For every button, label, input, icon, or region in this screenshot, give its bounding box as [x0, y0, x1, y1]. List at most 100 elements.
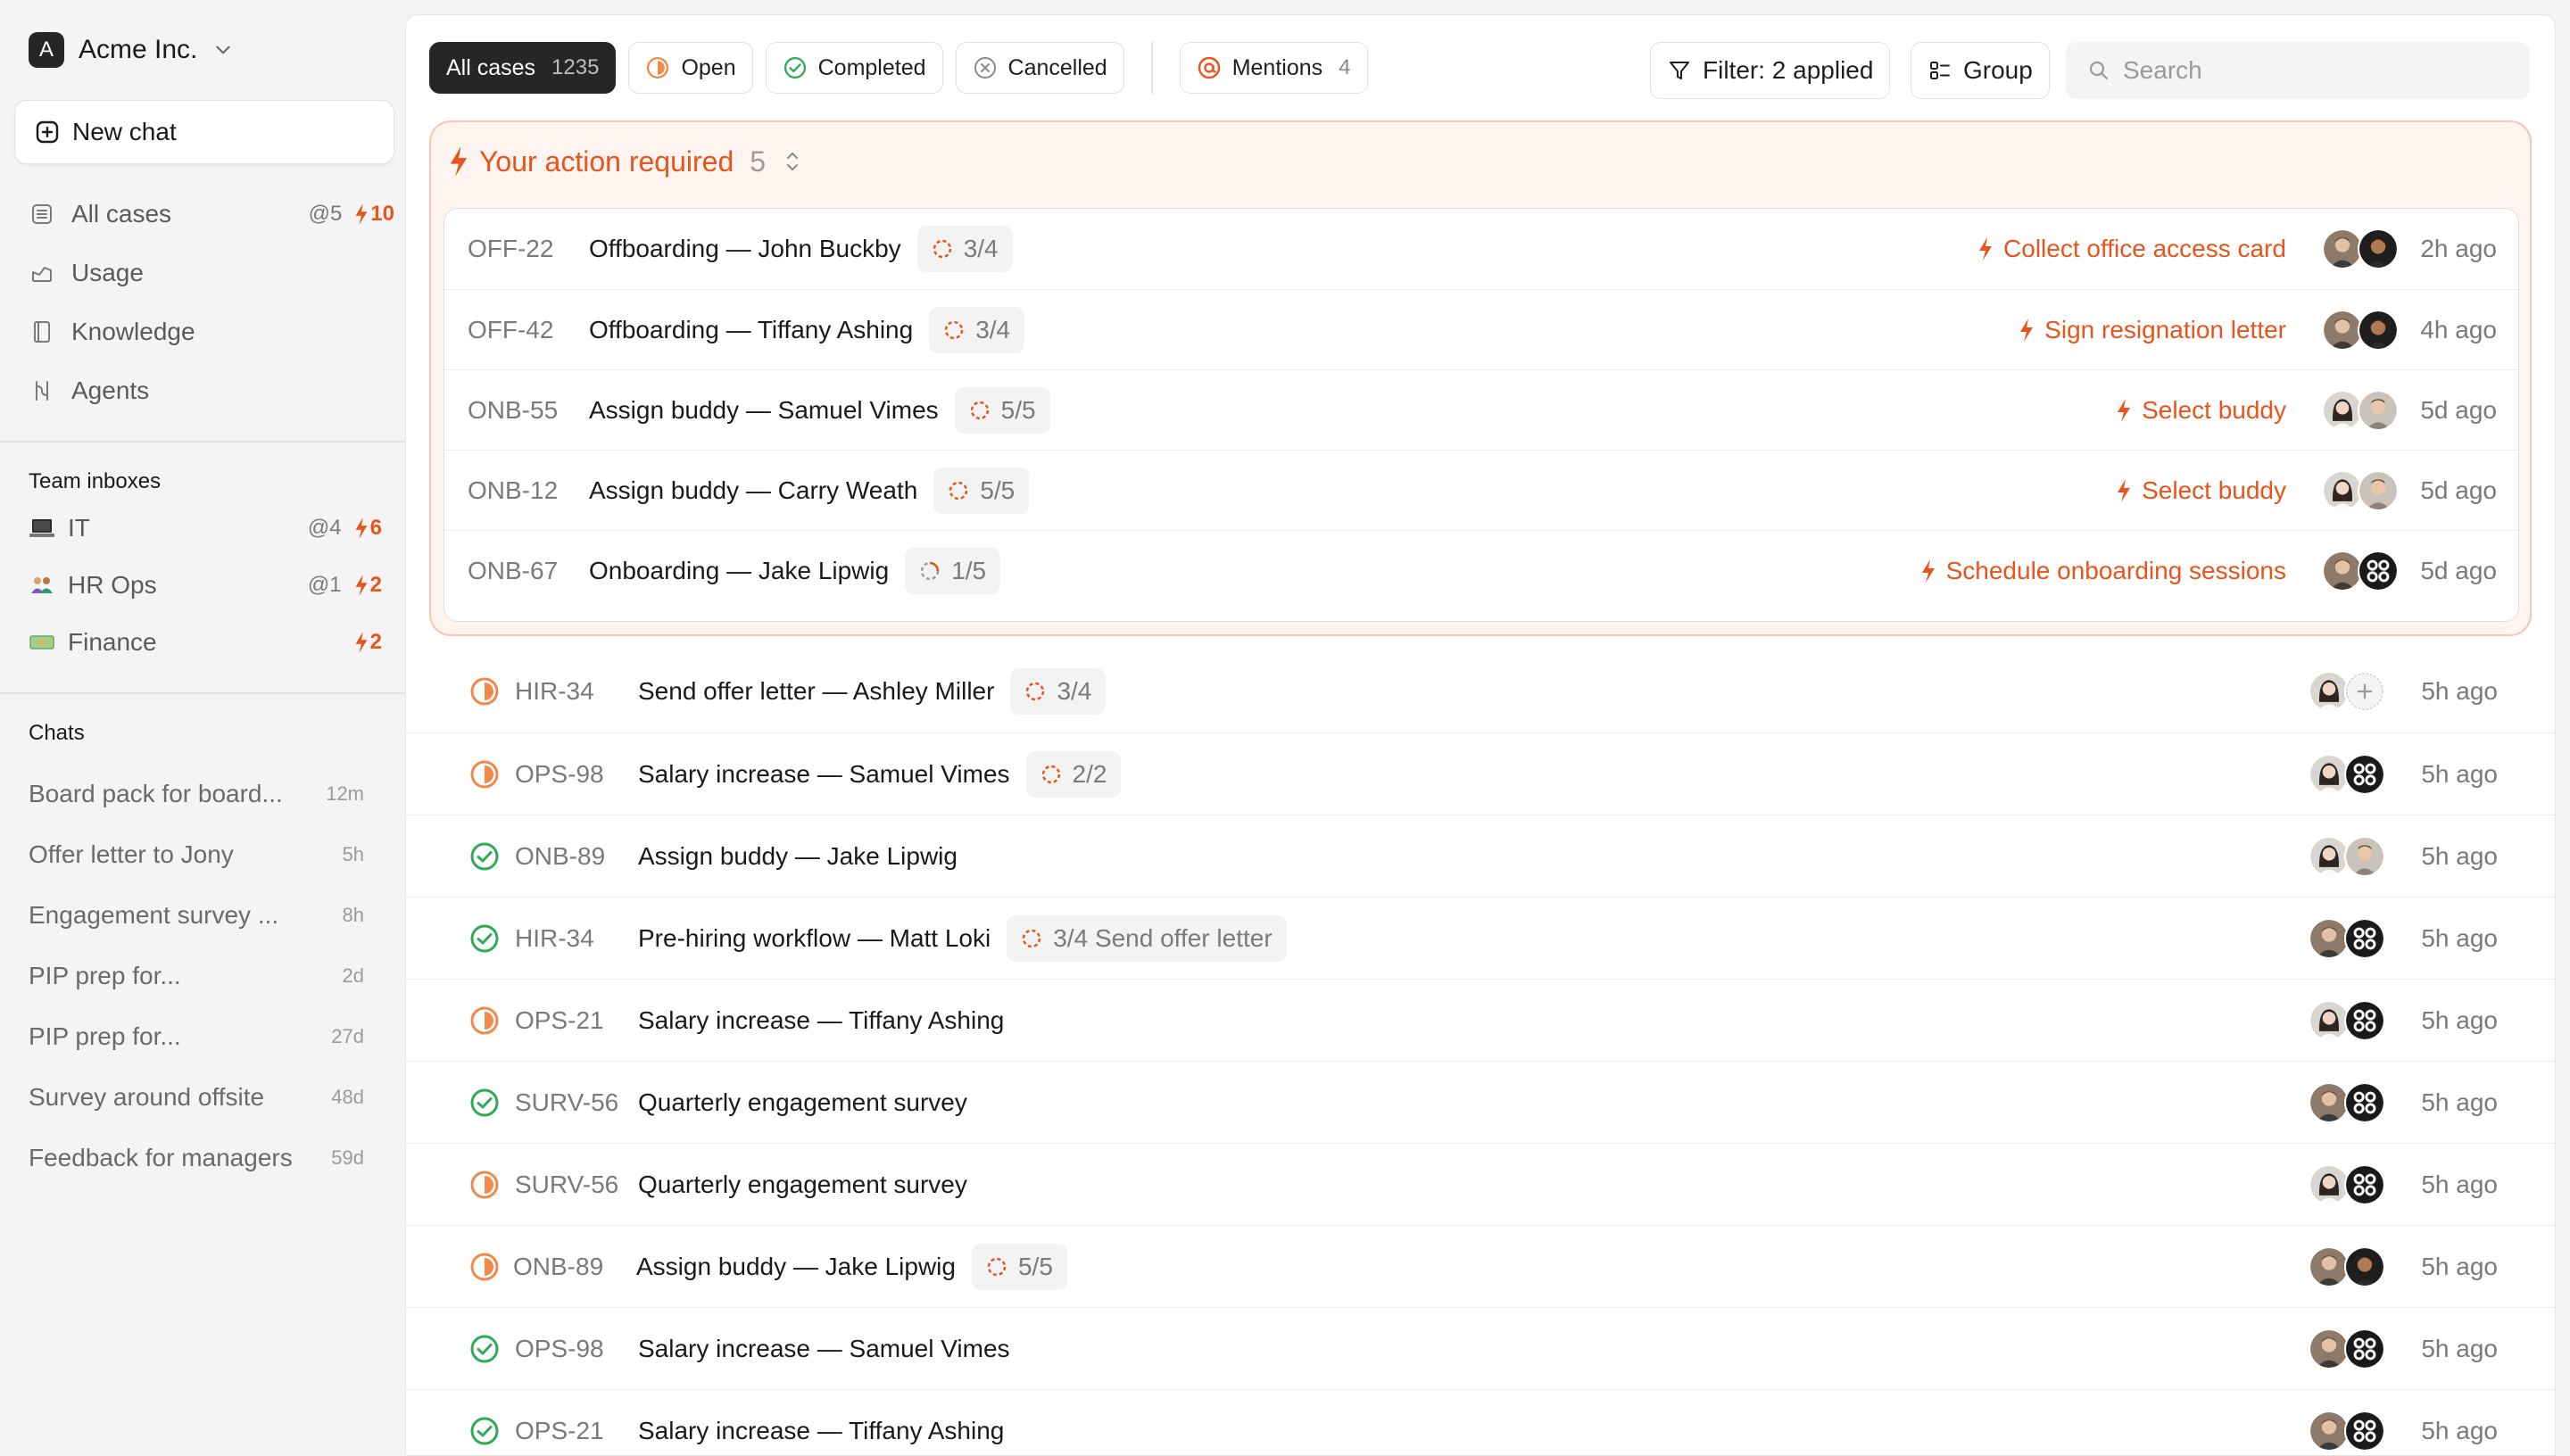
case-id: OFF-22	[468, 235, 554, 262]
chat-item[interactable]: Board pack for board... 12m	[29, 776, 364, 812]
action-link[interactable]: Sign resignation letter	[2019, 316, 2286, 344]
nav-label: Agents	[71, 376, 150, 404]
action-row[interactable]: OFF-22 Offboarding — John Buckby 3/4 Col…	[444, 209, 2518, 289]
assignees	[2309, 1245, 2385, 1287]
case-row[interactable]: OPS-21 Salary increase — Tiffany Ashing …	[406, 1389, 2555, 1455]
action-required-title: Your action required	[479, 145, 734, 178]
case-row[interactable]: HIR-34 Pre-hiring workflow — Matt Loki 3…	[406, 897, 2555, 979]
action-required-header[interactable]: Your action required 5	[449, 142, 803, 181]
progress-spinner-icon	[1040, 764, 1062, 785]
chat-item[interactable]: Engagement survey ... 8h	[29, 898, 364, 933]
action-link[interactable]: Collect office access card	[1978, 235, 2286, 263]
check-circle-icon	[468, 1087, 501, 1119]
case-row[interactable]: SURV-56 Quarterly engagement survey 5h a…	[406, 1143, 2555, 1225]
action-link[interactable]: Select buddy	[2117, 396, 2286, 425]
chat-age: 48d	[331, 1086, 364, 1108]
case-title: Send offer letter — Ashley Miller	[638, 677, 995, 705]
action-link[interactable]: Select buddy	[2117, 476, 2286, 505]
progress-pill: 3/4 Send offer letter	[1007, 914, 1287, 962]
chat-item[interactable]: PIP prep for... 2d	[29, 958, 364, 994]
new-chat-button[interactable]: New chat	[14, 100, 394, 164]
case-row[interactable]: OPS-98 Salary increase — Samuel Vimes 5h…	[406, 1307, 2555, 1389]
case-time: 5d ago	[2420, 476, 2497, 504]
case-row[interactable]: OPS-98 Salary increase — Samuel Vimes 2/…	[406, 732, 2555, 815]
case-title: Assign buddy — Carry Weath	[589, 476, 918, 504]
chat-age: 2d	[342, 964, 364, 987]
filter-icon	[1670, 62, 1689, 79]
tab-cancelled[interactable]: Cancelled	[955, 42, 1124, 94]
open-status-icon	[468, 1169, 501, 1201]
actions-count-value: 6	[369, 516, 382, 540]
workspace-switcher[interactable]: A Acme Inc.	[29, 32, 235, 68]
assignees	[2309, 1163, 2385, 1205]
laptop-icon	[29, 519, 54, 537]
assignees	[2309, 1328, 2385, 1369]
bolt-icon	[1921, 559, 1936, 583]
case-id: ONB-67	[468, 556, 559, 584]
case-title: Assign buddy — Jake Lipwig	[636, 1252, 956, 1280]
bolt-icon	[2117, 399, 2131, 422]
search-input[interactable]: Search	[2066, 42, 2530, 99]
assignees	[2322, 550, 2399, 592]
add-assignee-icon[interactable]	[2344, 671, 2385, 712]
avatar	[2344, 1081, 2385, 1123]
action-row[interactable]: OFF-42 Offboarding — Tiffany Ashing 3/4 …	[444, 289, 2518, 369]
inbox-label: HR Ops	[68, 571, 157, 599]
progress-pill: 3/4	[916, 226, 1013, 272]
progress-spinner-icon	[1021, 928, 1042, 949]
progress-spinner-icon	[1024, 681, 1046, 702]
case-time: 5h ago	[2421, 1334, 2498, 1362]
case-row[interactable]: OPS-21 Salary increase — Tiffany Ashing …	[406, 979, 2555, 1061]
filter-wrap: Filter: 2 applied	[1650, 42, 1891, 99]
case-title-group: Salary increase — Tiffany Ashing	[638, 1417, 1004, 1445]
chat-age: 59d	[331, 1146, 364, 1169]
case-row[interactable]: SURV-56 Quarterly engagement survey 5h a…	[406, 1061, 2555, 1143]
action-link[interactable]: Schedule onboarding sessions	[1921, 557, 2286, 585]
nav-item-all-cases[interactable]: All cases @5 10	[29, 196, 394, 232]
case-row[interactable]: ONB-89 Assign buddy — Jake Lipwig 5/5 5h…	[406, 1225, 2555, 1307]
chat-item[interactable]: Offer letter to Jony 5h	[29, 837, 364, 873]
case-row[interactable]: ONB-89 Assign buddy — Jake Lipwig 5h ago	[406, 815, 2555, 897]
team-inboxes-title: Team inboxes	[29, 469, 162, 493]
case-id: SURV-56	[515, 1170, 619, 1198]
nav-item-agents[interactable]: Agents	[29, 373, 394, 409]
tab-all-cases[interactable]: All cases 1235	[429, 42, 617, 94]
money-icon	[29, 635, 54, 649]
nav-label: Knowledge	[71, 318, 195, 345]
case-title: Salary increase — Tiffany Ashing	[638, 1416, 1005, 1444]
action-row[interactable]: ONB-67 Onboarding — Jake Lipwig 1/5 Sche…	[444, 530, 2518, 610]
open-status-icon	[468, 1005, 501, 1037]
inbox-item-hr-ops[interactable]: HR Ops @1 2	[29, 567, 382, 603]
sort-icon	[787, 153, 799, 170]
case-title: Quarterly engagement survey	[638, 1170, 967, 1198]
progress-text: 5/5	[1000, 395, 1036, 424]
case-title: Quarterly engagement survey	[638, 1088, 967, 1116]
mentions-count: @4	[307, 516, 342, 540]
group-label: Group	[1963, 56, 2033, 84]
chat-item[interactable]: PIP prep for... 27d	[29, 1019, 364, 1055]
tab-mentions[interactable]: Mentions 4	[1179, 42, 1368, 94]
tab-completed[interactable]: Completed	[765, 42, 943, 94]
inbox-item-it[interactable]: IT @4 6	[29, 510, 382, 546]
chats-title: Chats	[29, 721, 85, 745]
tab-open[interactable]: Open	[628, 42, 753, 94]
nav-item-usage[interactable]: Usage	[29, 255, 394, 291]
case-title: Onboarding — Jake Lipwig	[589, 556, 890, 584]
nav-item-knowledge[interactable]: Knowledge	[29, 314, 394, 350]
case-title-group: Assign buddy — Jake Lipwig 5/5	[636, 1243, 1067, 1290]
chat-title: PIP prep for...	[29, 962, 181, 989]
nav-label: Usage	[71, 259, 144, 286]
progress-spinner-icon	[943, 319, 965, 341]
chat-item[interactable]: Feedback for managers 59d	[29, 1140, 364, 1176]
group-button[interactable]: Group	[1911, 42, 2050, 99]
cases-panel: All cases 1235 Open Completed Cancelled …	[405, 14, 2556, 1456]
chat-item[interactable]: Survey around offsite 48d	[29, 1080, 364, 1115]
action-row[interactable]: ONB-12 Assign buddy — Carry Weath 5/5 Se…	[444, 450, 2518, 530]
chat-title: PIP prep for...	[29, 1022, 181, 1050]
filter-button[interactable]: Filter: 2 applied	[1650, 42, 1891, 99]
inbox-item-finance[interactable]: Finance 2	[29, 625, 382, 660]
sidebar-divider	[0, 692, 405, 694]
progress-spinner-icon	[986, 1256, 1007, 1278]
action-row[interactable]: ONB-55 Assign buddy — Samuel Vimes 5/5 S…	[444, 369, 2518, 450]
case-row[interactable]: HIR-34 Send offer letter — Ashley Miller…	[406, 650, 2555, 732]
